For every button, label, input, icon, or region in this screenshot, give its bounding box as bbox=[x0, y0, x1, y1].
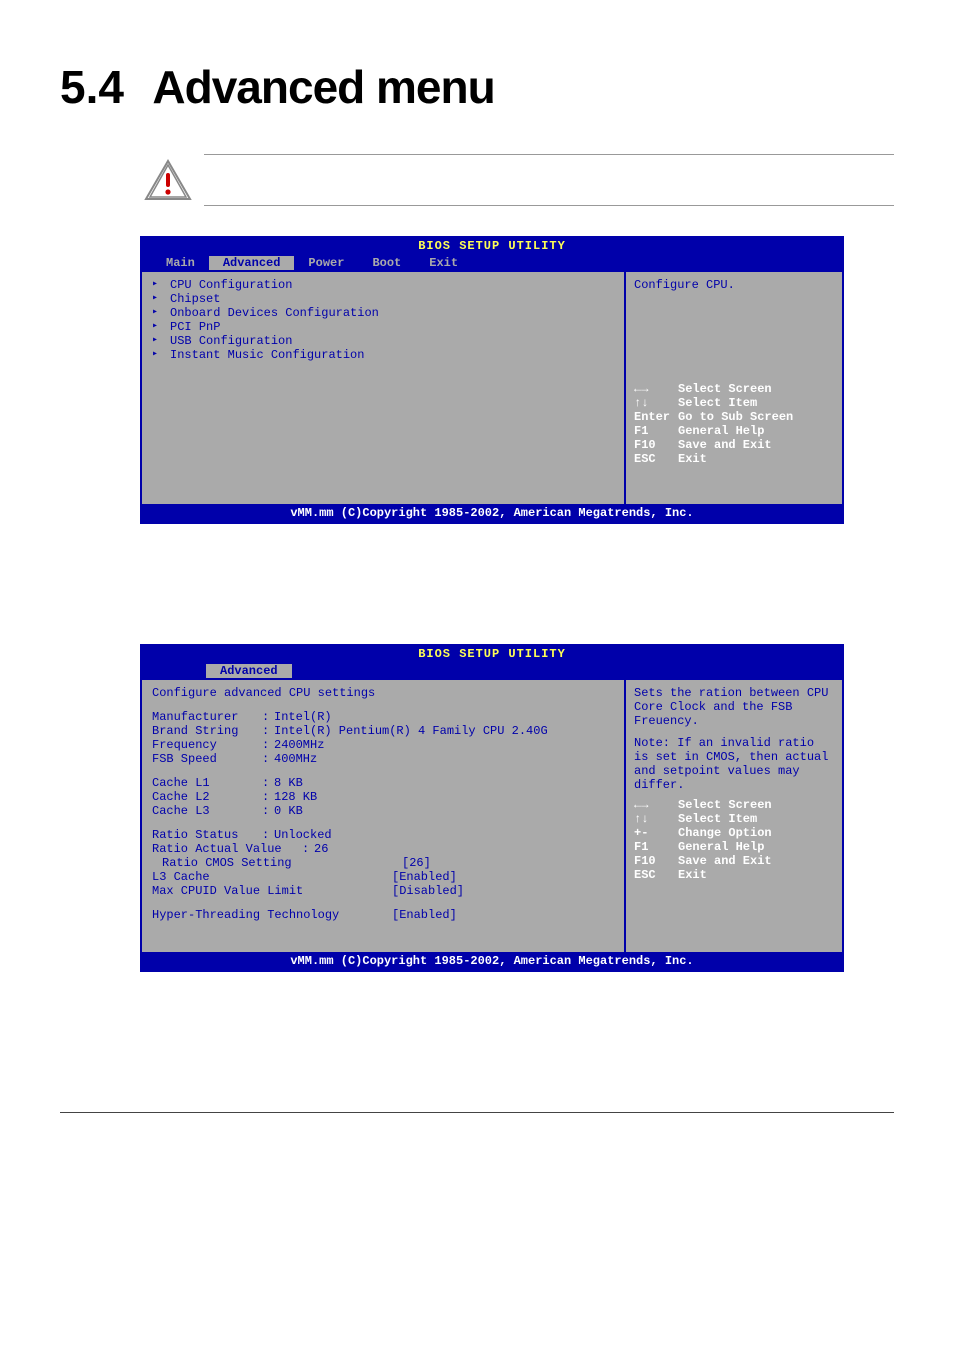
bios-title: BIOS SETUP UTILITY bbox=[142, 238, 842, 254]
bios-window-advanced-menu: BIOS SETUP UTILITY Main Advanced Power B… bbox=[140, 236, 844, 524]
bios-copyright: vMM.mm (C)Copyright 1985-2002, American … bbox=[142, 952, 842, 970]
help-text: Sets the ration between CPU Core Clock a… bbox=[634, 686, 834, 728]
help-note: Note: If an invalid ratio is set in CMOS… bbox=[634, 736, 834, 792]
menu-onboard-devices[interactable]: Onboard Devices Configuration bbox=[152, 306, 614, 320]
caution-icon bbox=[140, 155, 196, 205]
page-heading: 5.4 Advanced menu bbox=[60, 60, 894, 114]
tab-main[interactable]: Main bbox=[152, 256, 209, 270]
option-hyperthreading[interactable]: Hyper-Threading Technology[Enabled] bbox=[152, 908, 614, 922]
option-l3-cache[interactable]: L3 Cache[Enabled] bbox=[152, 870, 614, 884]
option-max-cpuid[interactable]: Max CPUID Value Limit[Disabled] bbox=[152, 884, 614, 898]
help-text: Configure CPU. bbox=[634, 278, 834, 292]
info-cache-l3: Cache L3:0 KB bbox=[152, 804, 614, 818]
tab-exit[interactable]: Exit bbox=[415, 256, 472, 270]
bios-help-panel: Sets the ration between CPU Core Clock a… bbox=[626, 680, 842, 952]
menu-instant-music[interactable]: Instant Music Configuration bbox=[152, 348, 614, 362]
info-fsb-speed: FSB Speed:400MHz bbox=[152, 752, 614, 766]
info-cache-l1: Cache L1:8 KB bbox=[152, 776, 614, 790]
tab-boot[interactable]: Boot bbox=[358, 256, 415, 270]
info-ratio-status: Ratio Status:Unlocked bbox=[152, 828, 614, 842]
menu-cpu-config[interactable]: CPU Configuration bbox=[152, 278, 614, 292]
bios-copyright: vMM.mm (C)Copyright 1985-2002, American … bbox=[142, 504, 842, 522]
tab-advanced[interactable]: Advanced bbox=[209, 256, 295, 270]
bios-main-panel: Configure advanced CPU settings Manufact… bbox=[142, 680, 626, 952]
option-ratio-cmos[interactable]: Ratio CMOS Setting[26] bbox=[152, 856, 614, 870]
heading-text: Advanced menu bbox=[152, 60, 494, 114]
caution-callout bbox=[140, 154, 894, 206]
bios-title: BIOS SETUP UTILITY bbox=[142, 646, 842, 662]
bios-window-cpu-config: BIOS SETUP UTILITY Advanced Configure ad… bbox=[140, 644, 844, 972]
bios-help-panel: Configure CPU. ←→Select Screen ↑↓Select … bbox=[626, 272, 842, 504]
info-frequency: Frequency:2400MHz bbox=[152, 738, 614, 752]
menu-usb-config[interactable]: USB Configuration bbox=[152, 334, 614, 348]
heading-number: 5.4 bbox=[60, 60, 124, 114]
page-footer-rule bbox=[60, 1112, 894, 1113]
info-cache-l2: Cache L2:128 KB bbox=[152, 790, 614, 804]
info-manufacturer: Manufacturer:Intel(R) bbox=[152, 710, 614, 724]
subtitle: Configure advanced CPU settings bbox=[152, 686, 614, 700]
bios-tabs: Advanced bbox=[142, 662, 842, 680]
info-ratio-actual: Ratio Actual Value:26 bbox=[152, 842, 614, 856]
bios-main-panel: CPU Configuration Chipset Onboard Device… bbox=[142, 272, 626, 504]
bios-tabs: Main Advanced Power Boot Exit bbox=[142, 254, 842, 272]
menu-pci-pnp[interactable]: PCI PnP bbox=[152, 320, 614, 334]
menu-chipset[interactable]: Chipset bbox=[152, 292, 614, 306]
tab-power[interactable]: Power bbox=[294, 256, 358, 270]
tab-advanced[interactable]: Advanced bbox=[206, 664, 292, 678]
info-brand-string: Brand String:Intel(R) Pentium(R) 4 Famil… bbox=[152, 724, 614, 738]
